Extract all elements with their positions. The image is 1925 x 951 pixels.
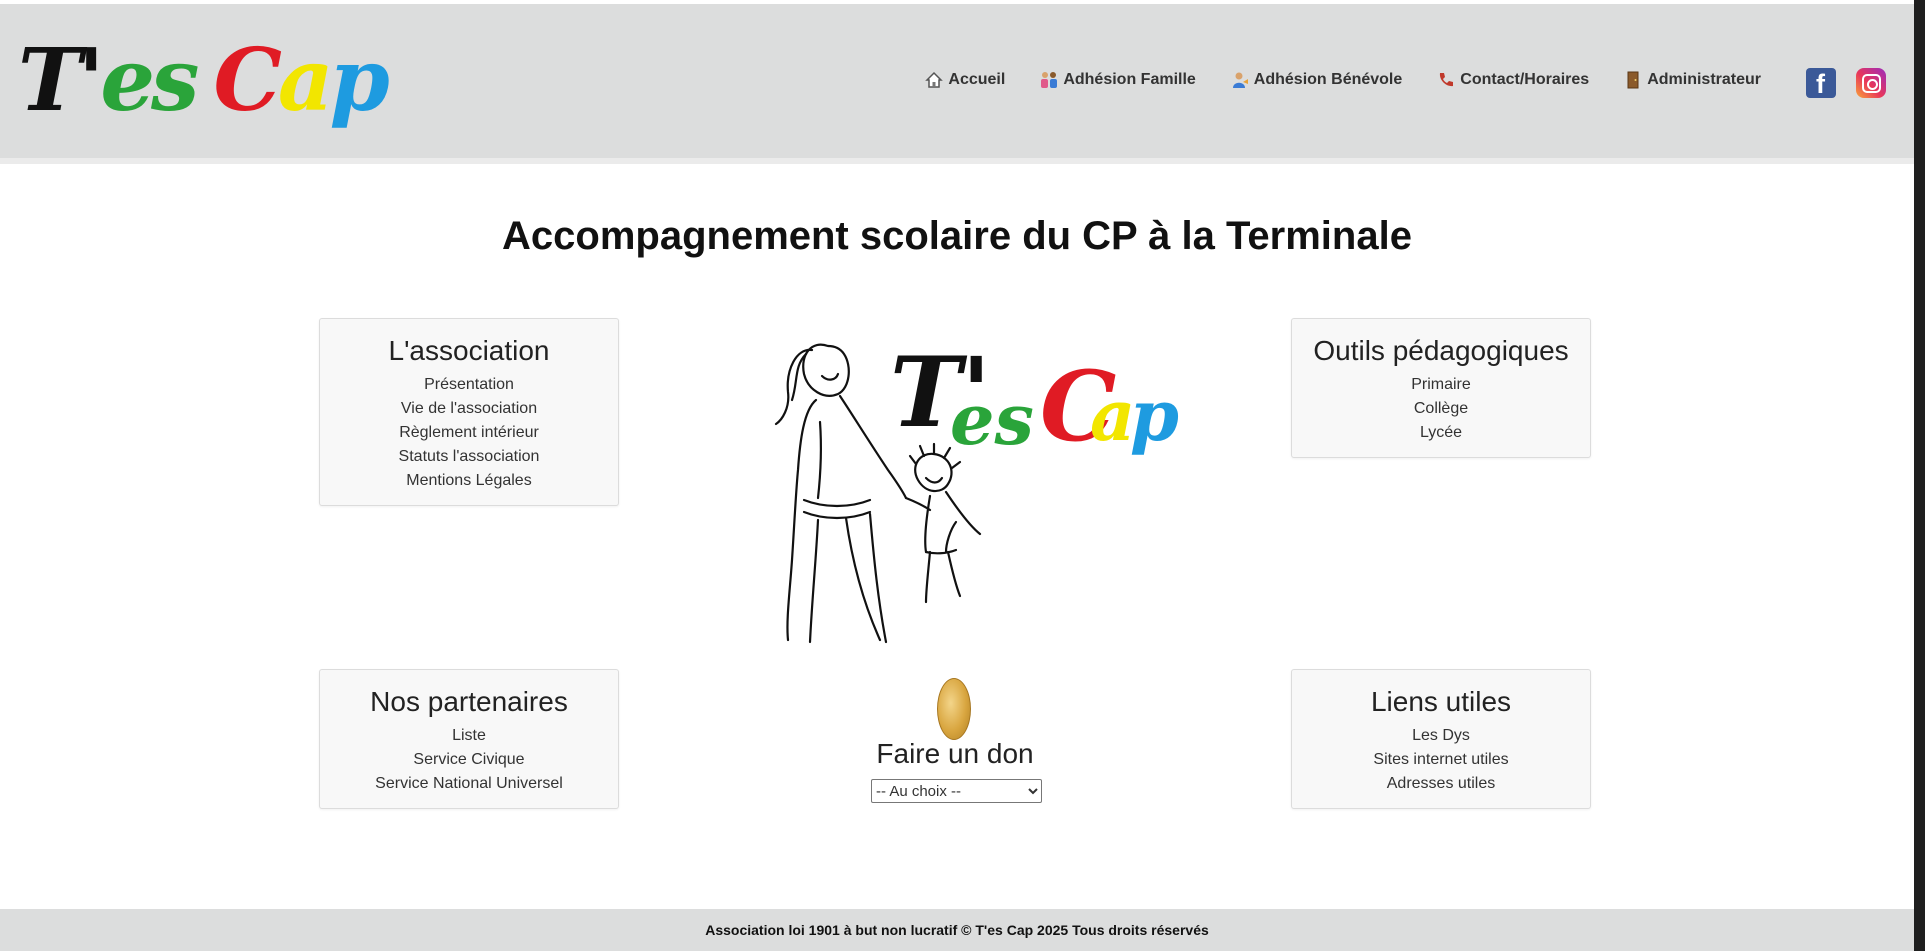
logo-part-t: T' (18, 30, 104, 131)
link-statuts[interactable]: Statuts l'association (320, 445, 618, 469)
nav-contact-horaires[interactable]: Contact/Horaires (1419, 70, 1606, 90)
navbar: T'es Cap Accueil Adhésion Famille Adhésio… (0, 4, 1914, 164)
phone-icon (1440, 73, 1454, 87)
link-reglement-interieur[interactable]: Règlement intérieur (320, 421, 618, 445)
footer: Association loi 1901 à but non lucratif … (0, 909, 1914, 951)
family-icon (1041, 72, 1058, 88)
page-title: Accompagnement scolaire du CP à la Termi… (502, 214, 1412, 258)
donation-select[interactable]: -- Au choix -- (871, 779, 1042, 803)
link-mentions-legales[interactable]: Mentions Légales (320, 469, 618, 493)
home-icon (925, 71, 944, 88)
link-service-national-universel[interactable]: Service National Universel (320, 772, 618, 796)
card-partenaires-title: Nos partenaires (370, 686, 568, 717)
link-sites-internet-utiles[interactable]: Sites internet utiles (1292, 748, 1590, 772)
nav-adhesion-famille-label: Adhésion Famille (1063, 71, 1196, 88)
window-edge (1914, 0, 1925, 951)
card-outils-title: Outils pédagogiques (1313, 335, 1569, 366)
nav-adhesion-famille[interactable]: Adhésion Famille (1022, 70, 1212, 90)
nav-accueil[interactable]: Accueil (907, 70, 1022, 90)
card-association-title: L'association (388, 335, 550, 366)
link-college[interactable]: Collège (1292, 397, 1590, 421)
nav-accueil-label: Accueil (948, 71, 1006, 88)
svg-text:es: es (950, 378, 1034, 461)
logo-part-es: es (100, 30, 199, 131)
card-outils-pedagogiques: Outils pédagogiques Primaire Collège Lyc… (1291, 318, 1591, 458)
volunteer-icon (1232, 72, 1248, 88)
link-adresses-utiles[interactable]: Adresses utiles (1292, 772, 1590, 796)
card-association: L'association Présentation Vie de l'asso… (319, 318, 619, 506)
nav-contact-horaires-label: Contact/Horaires (1460, 71, 1590, 88)
logo-part-p: p (329, 30, 390, 131)
donation-title: Faire un don (876, 738, 1034, 769)
svg-text:a: a (1090, 374, 1135, 457)
nav-adhesion-benevole-label: Adhésion Bénévole (1253, 71, 1403, 88)
logo-part-c: C (213, 30, 281, 131)
link-primaire[interactable]: Primaire (1292, 373, 1590, 397)
link-vie-association[interactable]: Vie de l'association (320, 397, 618, 421)
coin-icon (937, 678, 971, 740)
nav-administrateur[interactable]: Administrateur (1606, 70, 1778, 90)
door-icon (1627, 71, 1639, 89)
link-les-dys[interactable]: Les Dys (1292, 724, 1590, 748)
instagram-icon[interactable] (1856, 68, 1886, 98)
link-service-civique[interactable]: Service Civique (320, 748, 618, 772)
card-partenaires: Nos partenaires Liste Service Civique Se… (319, 669, 619, 809)
card-liens-utiles: Liens utiles Les Dys Sites internet util… (1291, 669, 1591, 809)
main-nav: Accueil Adhésion Famille Adhésion Bénévo… (907, 70, 1778, 90)
nav-adhesion-benevole[interactable]: Adhésion Bénévole (1213, 70, 1419, 90)
link-liste[interactable]: Liste (320, 724, 618, 748)
hero-illustration: T' es C a p (774, 336, 1179, 644)
svg-text:p: p (1130, 374, 1179, 457)
site-logo[interactable]: T'es Cap (18, 38, 390, 124)
link-presentation[interactable]: Présentation (320, 373, 618, 397)
facebook-icon[interactable]: f (1806, 68, 1836, 99)
logo-part-a: a (277, 30, 334, 131)
card-liens-title: Liens utiles (1370, 686, 1512, 717)
nav-administrateur-label: Administrateur (1647, 71, 1761, 88)
link-lycee[interactable]: Lycée (1292, 421, 1590, 445)
